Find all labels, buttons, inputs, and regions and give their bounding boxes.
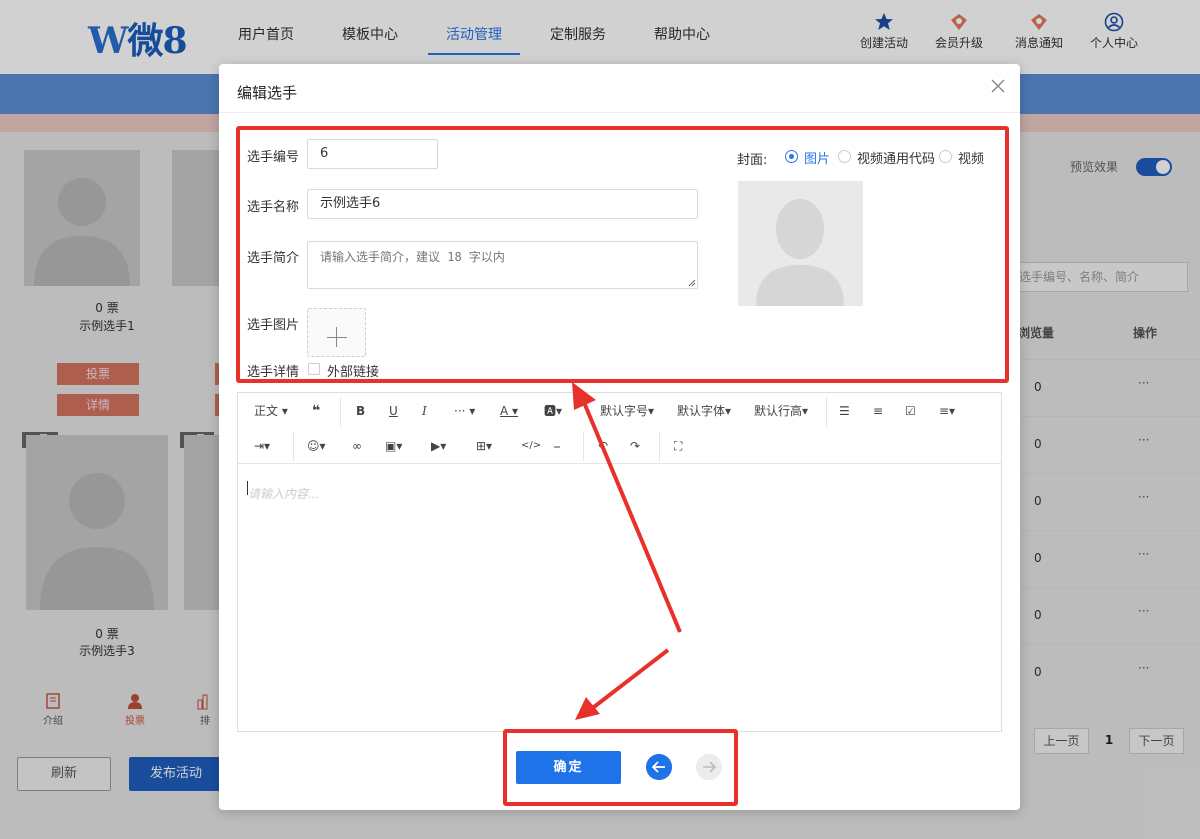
font-color-icon[interactable]: A ▾ <box>500 401 518 421</box>
divider-icon[interactable]: ⎯ <box>554 436 560 456</box>
font-size-dropdown[interactable]: 默认字号▾ <box>600 401 654 421</box>
image-icon[interactable]: ▣▾ <box>385 436 402 456</box>
numbered-list-icon[interactable]: ≡ <box>873 401 883 421</box>
more-styles-icon[interactable]: ··· ▾ <box>454 401 475 421</box>
close-icon[interactable] <box>990 78 1006 94</box>
next-arrow-icon[interactable] <box>696 754 722 780</box>
cover-video-code-radio[interactable] <box>838 150 851 163</box>
cover-image-label[interactable]: 图片 <box>804 148 830 167</box>
divider <box>219 112 1020 113</box>
indent-icon[interactable]: ⇥▾ <box>254 436 270 456</box>
todo-icon[interactable]: ☑ <box>905 401 916 421</box>
paragraph-dropdown[interactable]: 正文 ▾ <box>254 401 288 421</box>
undo-icon[interactable]: ↶ <box>598 436 608 456</box>
emoji-icon[interactable]: ☺▾ <box>307 436 326 456</box>
fullscreen-icon[interactable]: ⛶ <box>674 436 682 456</box>
cover-image-radio[interactable] <box>785 150 798 163</box>
cover-video-code-label[interactable]: 视频通用代码 <box>857 148 935 167</box>
cover-label: 封面: <box>737 153 768 168</box>
quote-icon[interactable]: ❝ <box>312 401 320 421</box>
number-input[interactable]: 6 <box>307 139 438 169</box>
name-input[interactable]: 示例选手6 <box>307 189 698 219</box>
link-icon[interactable]: ∞ <box>352 436 362 456</box>
external-link-checkbox[interactable] <box>308 363 320 375</box>
editor-content-area[interactable]: 请输入内容... <box>248 485 319 502</box>
align-icon[interactable]: ≡▾ <box>939 401 955 421</box>
person-icon <box>756 199 844 306</box>
cover-image-preview[interactable] <box>738 181 863 306</box>
edit-contestant-dialog: 编辑选手 选手编号 6 选手名称 示例选手6 选手简介 选手图片 选手详情 外部… <box>219 64 1020 810</box>
detail-label: 选手详情 <box>247 365 300 380</box>
table-icon[interactable]: ⊞▾ <box>476 436 492 456</box>
code-icon[interactable]: </> <box>521 436 541 456</box>
intro-textarea[interactable] <box>307 241 698 289</box>
external-link-label: 外部链接 <box>327 365 380 380</box>
resize-handle-icon[interactable] <box>688 279 696 287</box>
cover-video-label[interactable]: 视频 <box>958 148 984 167</box>
editor-toolbar: 正文 ▾ ❝ B U I ··· ▾ A ▾ 🅰▾ 默认字号▾ 默认字体▾ 默认… <box>238 393 1001 464</box>
underline-icon[interactable]: U <box>389 401 398 421</box>
background-color-icon[interactable]: 🅰▾ <box>544 401 562 421</box>
bold-icon[interactable]: B <box>356 401 365 421</box>
bullet-list-icon[interactable]: ☰ <box>839 401 850 421</box>
prev-arrow-icon[interactable] <box>646 754 672 780</box>
intro-label: 选手简介 <box>247 251 300 266</box>
video-icon[interactable]: ▶▾ <box>431 436 446 456</box>
line-height-dropdown[interactable]: 默认行高▾ <box>754 401 808 421</box>
italic-icon[interactable]: I <box>422 401 427 421</box>
cover-video-radio[interactable] <box>939 150 952 163</box>
name-label: 选手名称 <box>247 200 300 215</box>
image-label: 选手图片 <box>247 318 300 333</box>
redo-icon[interactable]: ↷ <box>630 436 640 456</box>
rich-text-editor: 正文 ▾ ❝ B U I ··· ▾ A ▾ 🅰▾ 默认字号▾ 默认字体▾ 默认… <box>237 392 1002 732</box>
confirm-button[interactable]: 确定 <box>516 751 621 784</box>
font-family-dropdown[interactable]: 默认字体▾ <box>677 401 731 421</box>
dialog-title: 编辑选手 <box>237 84 298 102</box>
image-upload-button[interactable] <box>307 308 366 357</box>
number-label: 选手编号 <box>247 150 300 165</box>
